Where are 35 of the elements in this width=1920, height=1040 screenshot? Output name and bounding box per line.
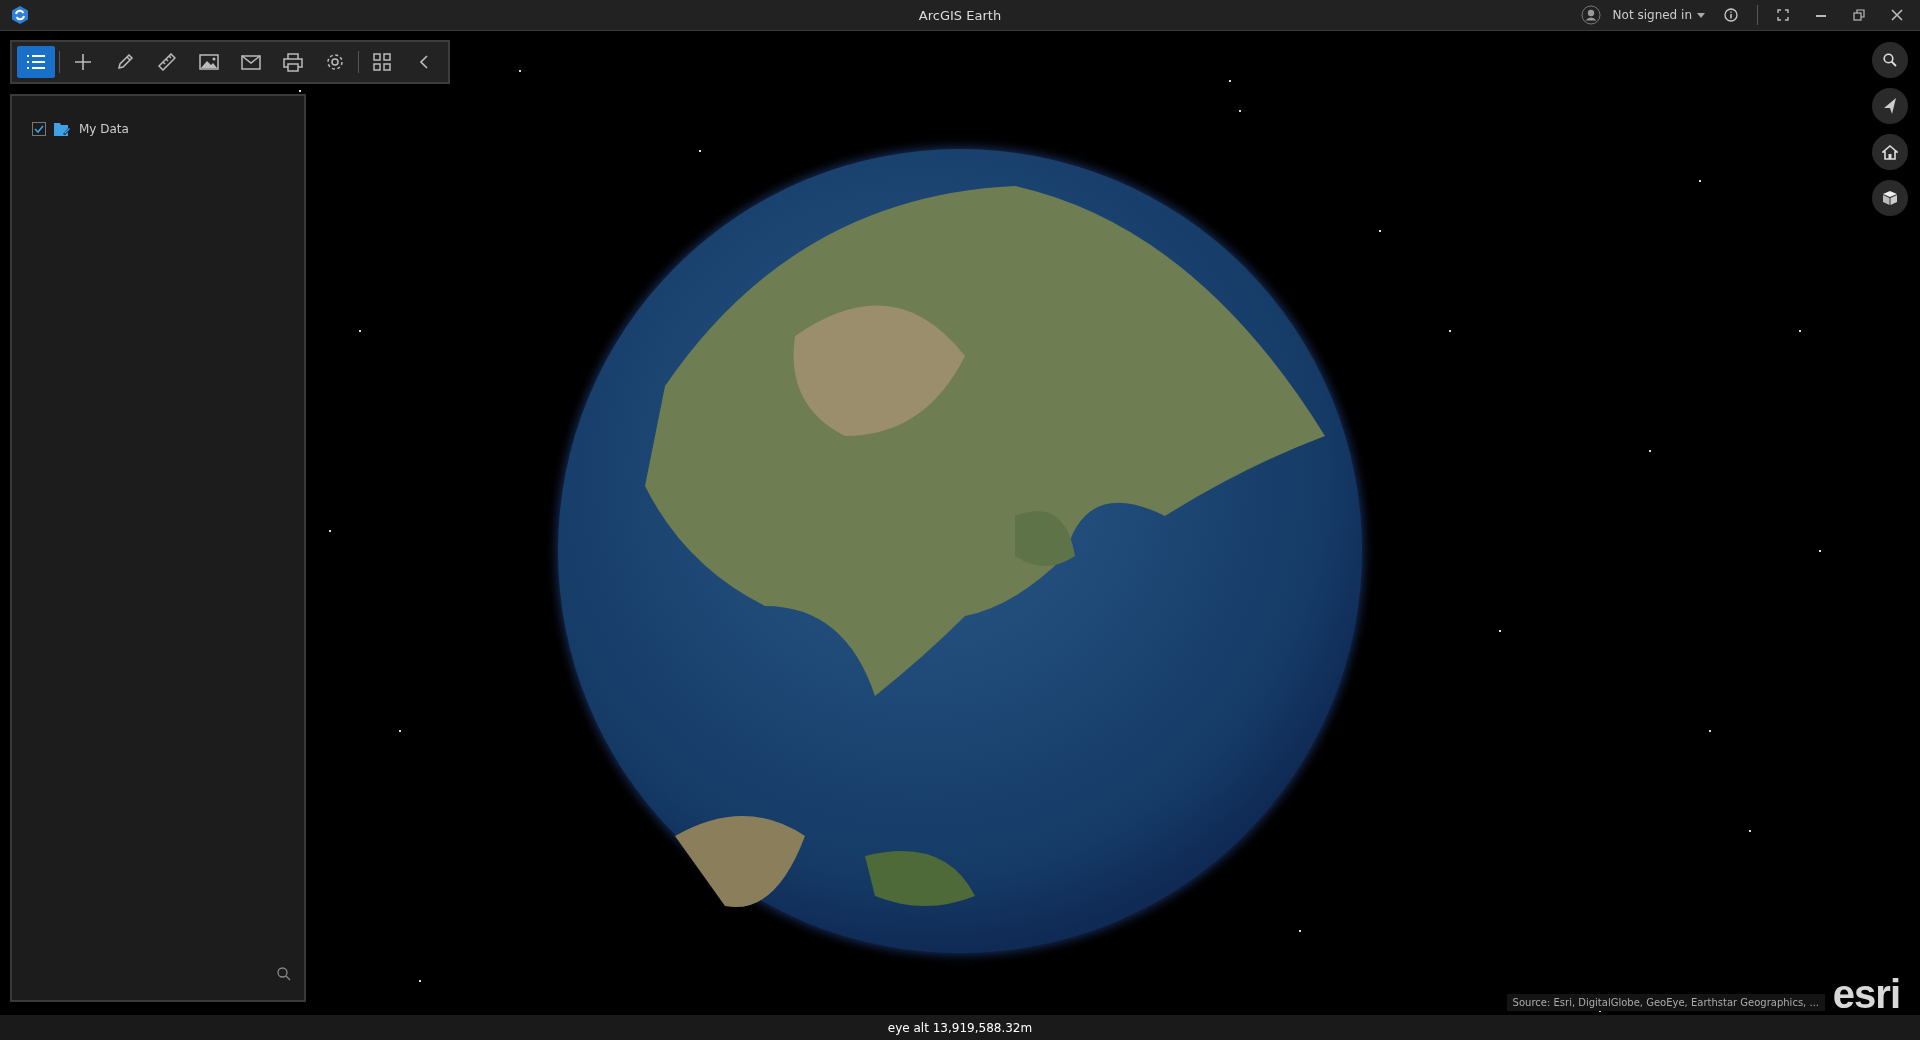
pencil-icon (116, 53, 134, 71)
settings-icon (325, 52, 345, 72)
compass-button[interactable] (1872, 88, 1908, 124)
plus-icon (75, 54, 91, 70)
logo-text: esri (1832, 972, 1900, 1015)
window-title: ArcGIS Earth (918, 7, 1002, 23)
3d-view-button[interactable] (1872, 180, 1908, 216)
account-dropdown[interactable]: Not signed in (1612, 8, 1705, 22)
grid-icon (373, 53, 391, 71)
home-button[interactable] (1872, 134, 1908, 170)
list-icon (26, 54, 46, 70)
ruler-icon (158, 53, 176, 71)
info-icon[interactable] (1724, 8, 1738, 22)
chevron-left-icon (420, 55, 428, 69)
user-avatar-icon[interactable] (1580, 5, 1601, 25)
restore-icon[interactable] (1853, 9, 1865, 21)
search-button[interactable] (1872, 42, 1908, 78)
layer-checkbox[interactable] (32, 122, 46, 136)
eye-altitude-text: eye alt 13,919,588.32m (887, 1020, 1033, 1035)
layers-tool-button[interactable] (17, 46, 55, 78)
search-icon (1883, 53, 1897, 67)
picture-icon (199, 54, 219, 70)
fullscreen-icon[interactable] (1777, 9, 1789, 21)
folder-icon (54, 122, 71, 136)
close-icon[interactable] (1891, 9, 1903, 21)
arrow-pointer-icon (1883, 98, 1897, 114)
cube-icon (1882, 190, 1898, 206)
layer-name[interactable]: My Data (79, 122, 129, 136)
home-icon (1882, 144, 1898, 160)
search-icon[interactable] (277, 967, 291, 981)
envelope-icon (241, 54, 261, 70)
attribution-text: Source: Esri, DigitalGlobe, GeoEye, Earthstar Geographics, ... (1506, 994, 1825, 1011)
app-logo-icon (10, 5, 30, 25)
caret-icon (1697, 12, 1705, 18)
printer-icon (283, 52, 303, 72)
